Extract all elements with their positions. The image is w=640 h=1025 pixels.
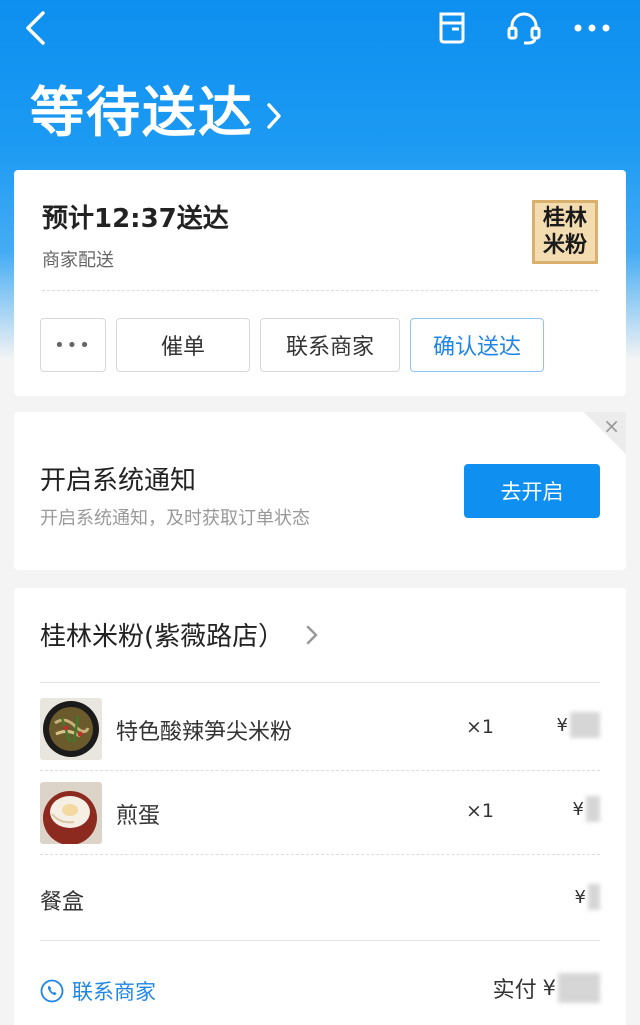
divider (40, 770, 600, 771)
price-blurred (586, 796, 600, 822)
item-quantity: ×1 (466, 800, 495, 822)
more-actions-button[interactable]: ••• (40, 318, 106, 372)
page-title: 等待送达 (30, 81, 254, 144)
divider (40, 854, 600, 855)
nav-bar (0, 0, 640, 60)
paid-amount-blurred (558, 973, 600, 1003)
enable-notification-label: 去开启 (500, 480, 564, 504)
close-notification-button[interactable]: × (584, 412, 626, 454)
urge-order-button[interactable]: 催单 (116, 318, 250, 372)
logo-text-line1: 桂林 (542, 205, 587, 231)
chevron-right-icon (306, 625, 318, 644)
divider (40, 940, 600, 941)
contact-shop-label: 联系商家 (285, 335, 374, 360)
delivery-method: 商家配送 (42, 250, 114, 271)
order-item-row: 特色酸辣笋尖米粉 ×1 ¥ (40, 694, 600, 764)
shop-name: 桂林米粉(紫薇路店） (40, 622, 285, 652)
divider (40, 682, 600, 683)
close-icon: × (603, 414, 620, 438)
price-symbol: ¥ (556, 714, 568, 736)
delivery-status-card: 预计12:37送达 商家配送 桂林 米粉 ••• 催单 联系商家 确认送达 (14, 170, 626, 396)
contact-shop-label: 联系商家 (72, 980, 156, 1004)
item-name: 特色酸辣笋尖米粉 (116, 720, 293, 745)
notification-subtitle: 开启系统通知，及时获取订单状态 (40, 508, 310, 529)
confirm-delivery-button[interactable]: 确认送达 (410, 318, 544, 372)
paid-total: 实付 ¥ (493, 972, 600, 1004)
notification-title: 开启系统通知 (40, 466, 197, 496)
item-price: ¥ (573, 796, 600, 822)
order-item-row: 煎蛋 ×1 ¥ (40, 778, 600, 848)
back-button[interactable] (14, 8, 58, 48)
phone-icon (40, 979, 64, 1003)
logo-text-line2: 米粉 (542, 232, 587, 258)
contact-shop-button[interactable]: 联系商家 (260, 318, 400, 372)
notification-card: × 开启系统通知 开启系统通知，及时获取订单状态 去开启 (14, 412, 626, 570)
more-icon (574, 24, 610, 32)
more-actions-label: ••• (54, 334, 92, 356)
price-blurred (570, 712, 600, 738)
price-symbol: ¥ (574, 886, 586, 908)
price-blurred (588, 884, 600, 910)
order-box-icon (439, 12, 465, 44)
item-quantity: ×1 (466, 716, 495, 738)
back-arrow-icon (26, 11, 45, 45)
item-name: 煎蛋 (116, 804, 161, 829)
estimated-delivery-time: 预计12:37送达 (42, 204, 229, 234)
item-price: ¥ (557, 712, 600, 738)
shop-logo[interactable]: 桂林 米粉 (532, 200, 598, 264)
price-symbol: ¥ (572, 798, 584, 820)
order-status-title[interactable]: 等待送达 (30, 78, 282, 148)
box-fee-label: 餐盒 (40, 890, 85, 915)
chevron-right-icon (267, 103, 281, 129)
more-button[interactable] (570, 8, 614, 48)
order-info-button[interactable] (430, 8, 474, 48)
food-thumbnail (40, 698, 102, 760)
shop-name-link[interactable]: 桂林米粉(紫薇路店） (40, 616, 318, 653)
divider (42, 290, 598, 291)
box-fee-price: ¥ (575, 884, 600, 910)
urge-order-label: 催单 (160, 335, 205, 360)
paid-symbol: ¥ (542, 976, 556, 1000)
contact-shop-link[interactable]: 联系商家 (40, 976, 156, 1006)
order-details-card: 桂林米粉(紫薇路店） 特色酸辣笋尖米粉 ×1 ¥ 煎蛋 ×1 ¥ 餐盒 ¥ 联系… (14, 588, 626, 1025)
food-thumbnail (40, 782, 102, 844)
enable-notification-button[interactable]: 去开启 (464, 464, 600, 518)
confirm-delivery-label: 确认送达 (432, 335, 521, 360)
customer-service-button[interactable] (502, 8, 546, 48)
paid-label: 实付 (492, 978, 537, 1003)
headset-icon (507, 12, 541, 45)
